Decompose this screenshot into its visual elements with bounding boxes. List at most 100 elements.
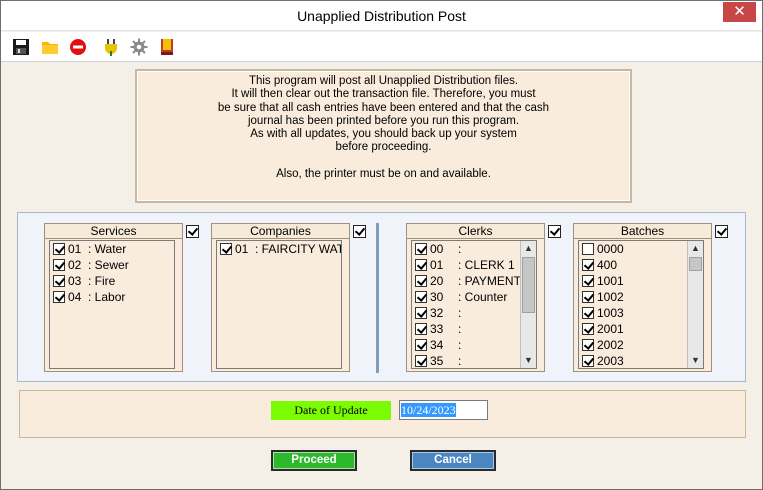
scroll-down-arrow-icon[interactable]: ▼ (521, 353, 536, 368)
clerks-item[interactable]: 33: (412, 321, 536, 337)
gear-icon[interactable] (130, 38, 148, 56)
clerks-item-code: 20 (430, 274, 444, 288)
date-of-update-input[interactable]: 10/24/2023 (399, 400, 488, 420)
dialog-window: Unapplied Distribution Post ✕ This progr… (0, 0, 763, 490)
batches-item[interactable]: 1003 (579, 305, 703, 321)
stop-icon[interactable] (69, 38, 87, 56)
batches-select-all-checkbox[interactable] (715, 225, 728, 238)
open-folder-icon[interactable] (41, 38, 59, 56)
separator-colon: : (458, 306, 462, 320)
scroll-up-arrow-icon[interactable]: ▲ (688, 241, 703, 256)
batches-item[interactable]: 2001 (579, 321, 703, 337)
companies-item-checkbox[interactable] (220, 243, 232, 255)
date-value: 10/24/2023 (401, 403, 456, 417)
batches-item-checkbox[interactable] (582, 355, 594, 367)
companies-select-all-checkbox[interactable] (353, 225, 366, 238)
companies-list[interactable]: 01: FAIRCITY WAT (216, 240, 342, 369)
batches-item-code: 2003 (597, 354, 624, 368)
clerks-item-checkbox[interactable] (415, 323, 427, 335)
clerks-item-checkbox[interactable] (415, 291, 427, 303)
scroll-thumb[interactable] (522, 257, 535, 313)
batches-item-code: 1001 (597, 274, 624, 288)
date-panel: Date of Update 10/24/2023 (19, 390, 746, 438)
clerks-item-checkbox[interactable] (415, 243, 427, 255)
clerks-item[interactable]: 34: (412, 337, 536, 353)
batches-item[interactable]: 0000 (579, 241, 703, 257)
clerks-item-code: 33 (430, 322, 444, 336)
batches-item-checkbox[interactable] (582, 291, 594, 303)
services-list[interactable]: 01: Water 02: Sewer 03: Fire 04: Labor (49, 240, 175, 369)
plug-icon[interactable] (102, 38, 120, 56)
batches-item-checkbox[interactable] (582, 339, 594, 351)
services-item-code: 02 (68, 258, 82, 272)
clerks-item[interactable]: 01: CLERK 1 (412, 257, 536, 273)
batches-list[interactable]: 0000 400 1001 1002 1003 2001 2002 2003 ▲ ▼ (578, 240, 704, 369)
separator-colon: : (88, 242, 95, 256)
book-icon[interactable] (158, 38, 176, 56)
message-line: Also, the printer must be on and availab… (276, 168, 491, 181)
batches-header: Batches (574, 224, 711, 239)
batches-item-checkbox[interactable] (582, 323, 594, 335)
services-item-checkbox[interactable] (53, 243, 65, 255)
batches-item-code: 2002 (597, 338, 624, 352)
clerks-item-checkbox[interactable] (415, 259, 427, 271)
clerks-item-checkbox[interactable] (415, 339, 427, 351)
clerks-item[interactable]: 30: Counter (412, 289, 536, 305)
batches-item-checkbox[interactable] (582, 243, 594, 255)
services-item-checkbox[interactable] (53, 291, 65, 303)
clerks-item[interactable]: 32: (412, 305, 536, 321)
batches-item[interactable]: 1002 (579, 289, 703, 305)
services-item-checkbox[interactable] (53, 259, 65, 271)
proceed-button[interactable]: Proceed (271, 450, 357, 471)
batches-item-checkbox[interactable] (582, 275, 594, 287)
message-line: As with all updates, you should back up … (250, 128, 517, 141)
batches-item-checkbox[interactable] (582, 307, 594, 319)
separator-colon: : (88, 258, 95, 272)
close-button[interactable]: ✕ (723, 2, 756, 22)
message-line: It will then clear out the transaction f… (231, 88, 536, 101)
clerks-item-code: 00 (430, 242, 444, 256)
services-item[interactable]: 01: Water (50, 241, 174, 257)
clerks-item-code: 32 (430, 306, 444, 320)
services-item[interactable]: 02: Sewer (50, 257, 174, 273)
scroll-down-arrow-icon[interactable]: ▼ (688, 353, 703, 368)
clerks-select-all-checkbox[interactable] (548, 225, 561, 238)
clerks-item-checkbox[interactable] (415, 307, 427, 319)
services-item[interactable]: 04: Labor (50, 289, 174, 305)
message-line: before proceeding. (335, 141, 432, 154)
clerks-item-code: 30 (430, 290, 444, 304)
batches-item[interactable]: 2002 (579, 337, 703, 353)
cancel-button[interactable]: Cancel (410, 450, 496, 471)
clerks-list[interactable]: 00: 01: CLERK 1 20: PAYMENT 30: Counter 32:… (411, 240, 537, 369)
separator-colon: : (458, 242, 462, 256)
batches-scrollbar[interactable]: ▲ ▼ (687, 241, 703, 368)
batches-item[interactable]: 2003 (579, 353, 703, 368)
services-item-label: Water (94, 242, 127, 256)
services-item-label: Fire (94, 274, 116, 288)
save-icon[interactable] (12, 38, 30, 56)
batches-item[interactable]: 400 (579, 257, 703, 273)
client-area: This program will post all Unapplied Dis… (7, 64, 756, 486)
clerks-item[interactable]: 35: (412, 353, 536, 368)
separator-colon: : (458, 290, 465, 304)
services-item-checkbox[interactable] (53, 275, 65, 287)
separator-colon: : (88, 274, 95, 288)
clerks-item-code: 35 (430, 354, 444, 368)
clerks-item[interactable]: 20: PAYMENT (412, 273, 536, 289)
scroll-up-arrow-icon[interactable]: ▲ (521, 241, 536, 256)
services-item[interactable]: 03: Fire (50, 273, 174, 289)
message-line (137, 155, 630, 168)
clerks-scrollbar[interactable]: ▲ ▼ (520, 241, 536, 368)
services-select-all-checkbox[interactable] (186, 225, 199, 238)
clerks-item-checkbox[interactable] (415, 355, 427, 367)
batches-item[interactable]: 1001 (579, 273, 703, 289)
batches-item-checkbox[interactable] (582, 259, 594, 271)
scroll-thumb[interactable] (689, 257, 702, 271)
clerks-item[interactable]: 00: (412, 241, 536, 257)
clerks-item-label: CLERK 1 (464, 258, 515, 272)
batches-item-code: 0000 (597, 242, 624, 256)
services-item-code: 04 (68, 290, 82, 304)
companies-item[interactable]: 01: FAIRCITY WAT (217, 241, 341, 257)
separator-colon: : (458, 322, 462, 336)
clerks-item-checkbox[interactable] (415, 275, 427, 287)
